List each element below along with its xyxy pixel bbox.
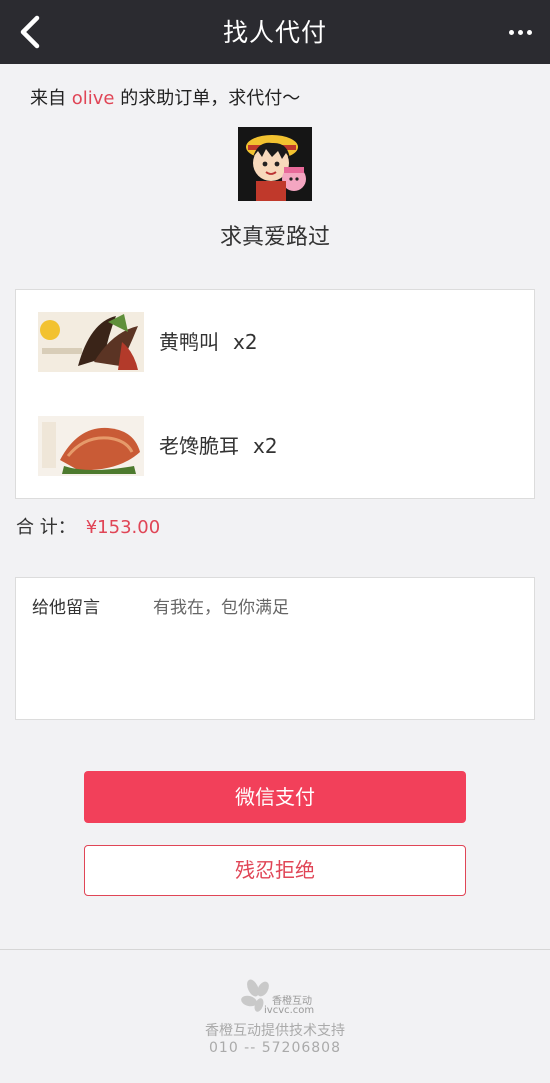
dish-thumbnail [38,312,144,372]
request-suffix: 的求助订单，求代付～ [114,88,301,109]
page-title: 找人代付 [222,18,327,47]
item-name: 黄鸭叫 [159,330,219,354]
request-message: 来自 olive 的求助订单，求代付～ [30,84,300,110]
item-quantity: x2 [253,434,278,458]
request-prefix: 来自 [30,88,72,109]
support-phone: 010 -- 57206808 [209,1040,341,1056]
top-nav-bar: 找人代付 [0,0,550,64]
avatar-illustration [238,127,312,201]
item-name: 老馋脆耳 [159,434,239,458]
brand-url: ivcvc.com [264,1005,315,1016]
reject-button[interactable]: 残忍拒绝 [84,845,466,896]
message-field[interactable]: 给他留言 有我在，包你满足 [15,577,535,720]
message-label: 给他留言 [32,598,100,618]
order-item-text: 黄鸭叫 x2 [159,312,258,372]
more-menu-button[interactable] [500,12,540,52]
message-text[interactable]: 有我在，包你满足 [153,593,289,618]
requester-name: olive [71,88,115,109]
total-label: 合 计： [16,517,76,538]
order-item-text: 老馋脆耳 x2 [159,416,278,476]
support-text: 香橙互动提供技术支持 [205,1023,345,1039]
footer-divider [0,949,550,950]
headline: 求真爱路过 [219,225,330,250]
order-item: 老馋脆耳 x2 [38,416,518,478]
order-item: 黄鸭叫 x2 [38,312,518,374]
avatar [238,127,312,201]
item-quantity: x2 [233,330,258,354]
total-amount: ¥153.00 [85,517,161,538]
order-card: 黄鸭叫 x2 老馋脆耳 x2 [15,289,535,499]
dish-thumbnail [38,416,144,476]
more-dots-icon [508,29,514,35]
order-total: 合 计： ¥153.00 [16,513,160,539]
wechat-pay-button[interactable]: 微信支付 [84,771,466,823]
